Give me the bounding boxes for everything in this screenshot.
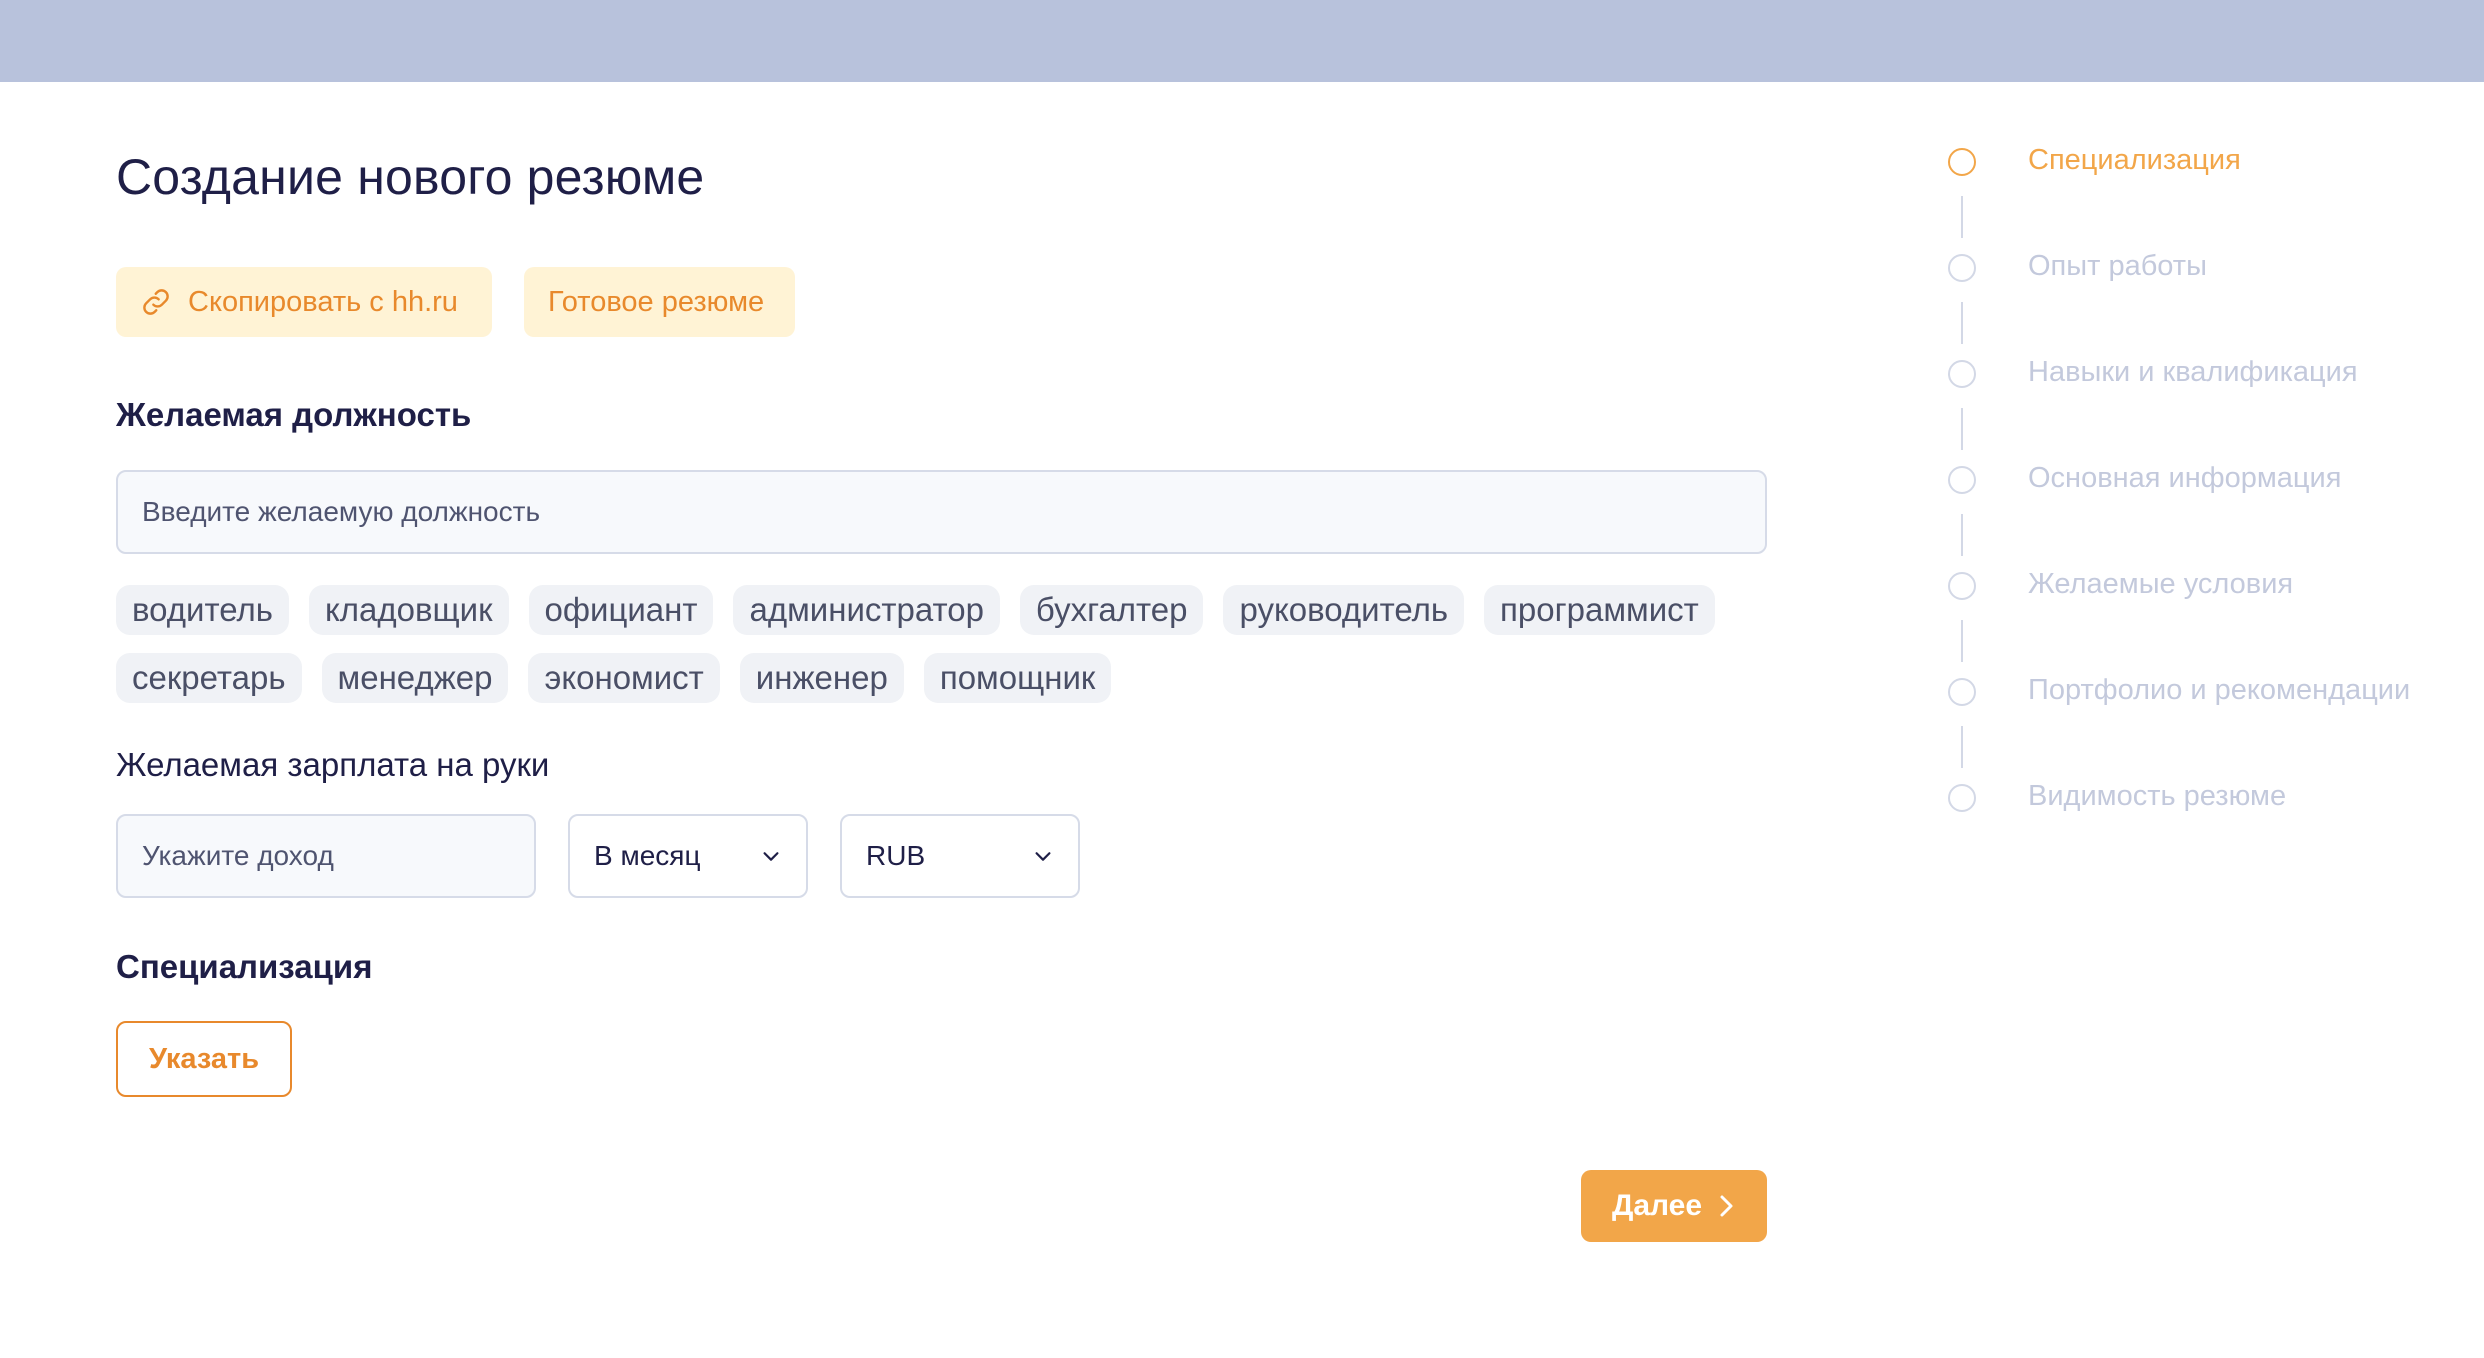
step-item[interactable]: Навыки и квалификация: [1948, 356, 2358, 388]
position-input[interactable]: [116, 470, 1767, 554]
step-item[interactable]: Специализация: [1948, 144, 2241, 176]
specify-specialization-button[interactable]: Указать: [116, 1021, 292, 1097]
step-connector: [1961, 514, 1963, 556]
period-select[interactable]: В месяц: [568, 814, 808, 898]
suggestions-row: водитель кладовщик официант администратор бу…: [116, 585, 1786, 635]
position-suggestion-chip[interactable]: помощник: [923, 653, 1112, 703]
top-bar: [0, 0, 2484, 82]
page-title: Создание нового резюме: [116, 149, 705, 205]
period-select-value: В месяц: [594, 840, 701, 871]
chevron-right-icon: [1716, 1191, 1736, 1221]
step-indicator-icon: [1948, 466, 1976, 494]
step-indicator-icon: [1948, 254, 1976, 282]
position-suggestion-chip[interactable]: официант: [528, 585, 714, 635]
position-suggestion-chip[interactable]: инженер: [739, 653, 904, 703]
chevron-down-icon: [760, 845, 782, 867]
position-suggestion-chip[interactable]: кладовщик: [308, 585, 509, 635]
step-connector: [1961, 196, 1963, 238]
next-button[interactable]: Далее: [1581, 1170, 1767, 1242]
step-item[interactable]: Видимость резюме: [1948, 780, 2286, 812]
ready-resume-button[interactable]: Готовое резюме: [524, 267, 795, 337]
step-label: Навыки и квалификация: [2028, 356, 2358, 388]
position-suggestion-chip[interactable]: руководитель: [1223, 585, 1465, 635]
step-connector: [1961, 408, 1963, 450]
step-connector: [1961, 620, 1963, 662]
copy-from-hh-label: Скопировать с hh.ru: [188, 285, 458, 318]
next-button-label: Далее: [1611, 1189, 1703, 1222]
step-indicator-icon: [1948, 148, 1976, 176]
step-label: Видимость резюме: [2028, 780, 2287, 812]
step-indicator-icon: [1948, 572, 1976, 600]
salary-input[interactable]: [116, 814, 536, 898]
salary-label: Желаемая зарплата на руки: [116, 746, 550, 783]
step-item[interactable]: Желаемые условия: [1948, 568, 2293, 600]
step-item[interactable]: Портфолио и рекомендации: [1948, 674, 2410, 706]
position-suggestion-chip[interactable]: экономист: [528, 653, 720, 703]
specialization-label: Специализация: [116, 948, 373, 985]
step-indicator-icon: [1948, 784, 1976, 812]
position-suggestion-chip[interactable]: администратор: [733, 585, 1000, 635]
position-suggestion-chip[interactable]: программист: [1484, 585, 1715, 635]
step-label: Специализация: [2028, 144, 2241, 176]
step-item[interactable]: Основная информация: [1948, 462, 2341, 494]
step-connector: [1961, 726, 1963, 768]
step-indicator-icon: [1948, 678, 1976, 706]
position-suggestion-chip[interactable]: менеджер: [321, 653, 509, 703]
currency-select-value: RUB: [866, 840, 926, 871]
position-label: Желаемая должность: [116, 396, 472, 433]
step-connector: [1961, 302, 1963, 344]
currency-select[interactable]: RUB: [840, 814, 1080, 898]
copy-from-hh-button[interactable]: Скопировать с hh.ru: [116, 267, 492, 337]
step-label: Основная информация: [2028, 462, 2342, 494]
position-suggestion-chip[interactable]: секретарь: [116, 653, 302, 703]
chevron-down-icon: [1032, 845, 1054, 867]
step-indicator-icon: [1948, 360, 1976, 388]
link-icon: [140, 286, 172, 318]
position-suggestion-chip[interactable]: водитель: [116, 585, 289, 635]
step-item[interactable]: Опыт работы: [1948, 250, 2207, 282]
position-suggestion-chip[interactable]: бухгалтер: [1019, 585, 1204, 635]
step-label: Портфолио и рекомендации: [2028, 674, 2411, 706]
suggestions-row: секретарь менеджер экономист инженер помощни…: [116, 653, 1786, 703]
step-label: Опыт работы: [2028, 250, 2207, 282]
position-suggestions: водитель кладовщик официант администратор бу…: [116, 585, 1786, 721]
step-label: Желаемые условия: [2028, 568, 2294, 600]
